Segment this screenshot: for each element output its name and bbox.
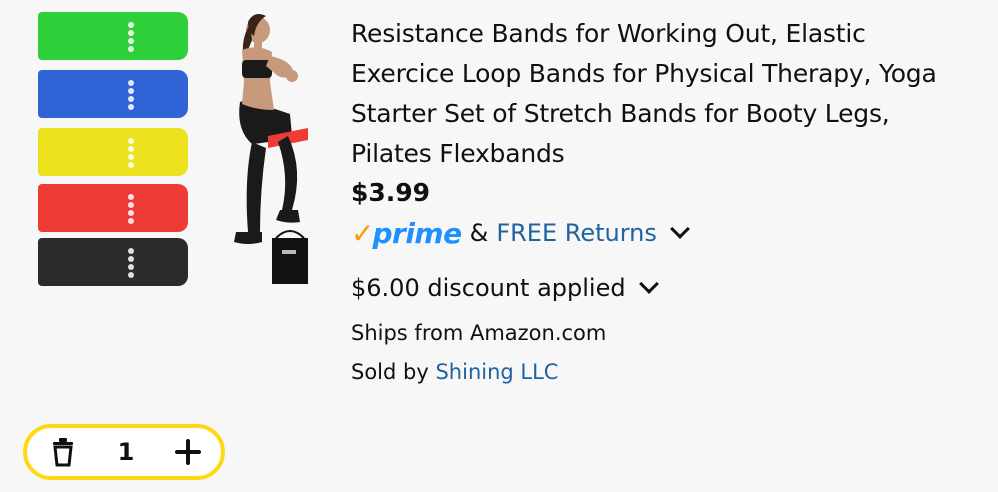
prime-label: prime <box>372 216 462 250</box>
plus-icon[interactable] <box>174 439 201 465</box>
blue-band <box>38 70 188 118</box>
trash-icon[interactable] <box>49 437 77 467</box>
product-title[interactable]: Resistance Bands for Working Out, Elasti… <box>351 14 971 174</box>
prime-logo: ✓ prime <box>351 217 462 250</box>
seller-link[interactable]: Shining LLC <box>435 360 558 384</box>
ships-from: Ships from Amazon.com <box>351 321 607 345</box>
chevron-down-icon[interactable] <box>638 274 659 294</box>
discount-row[interactable]: $6.00 discount applied <box>351 268 971 308</box>
prime-check-icon: ✓ <box>351 216 375 250</box>
product-details: Resistance Bands for Working Out, Elasti… <box>351 14 971 392</box>
discount-text: $6.00 discount applied <box>351 274 626 302</box>
chevron-down-icon[interactable] <box>670 219 690 239</box>
ampersand: & <box>469 219 489 247</box>
green-band <box>38 12 188 60</box>
red-band <box>38 184 188 232</box>
black-band <box>38 238 188 286</box>
sold-by-prefix: Sold by <box>351 360 429 384</box>
quantity-stepper[interactable]: 1 <box>23 424 225 480</box>
yellow-band <box>38 128 188 176</box>
product-price: $3.99 <box>351 178 431 207</box>
model-figure <box>234 14 308 284</box>
sold-by: Sold by Shining LLC <box>351 352 971 392</box>
quantity-value: 1 <box>117 438 135 466</box>
prime-returns-row[interactable]: ✓ prime & FREE Returns <box>351 212 971 254</box>
free-returns-link[interactable]: FREE Returns <box>496 219 657 247</box>
product-image[interactable] <box>36 10 311 288</box>
